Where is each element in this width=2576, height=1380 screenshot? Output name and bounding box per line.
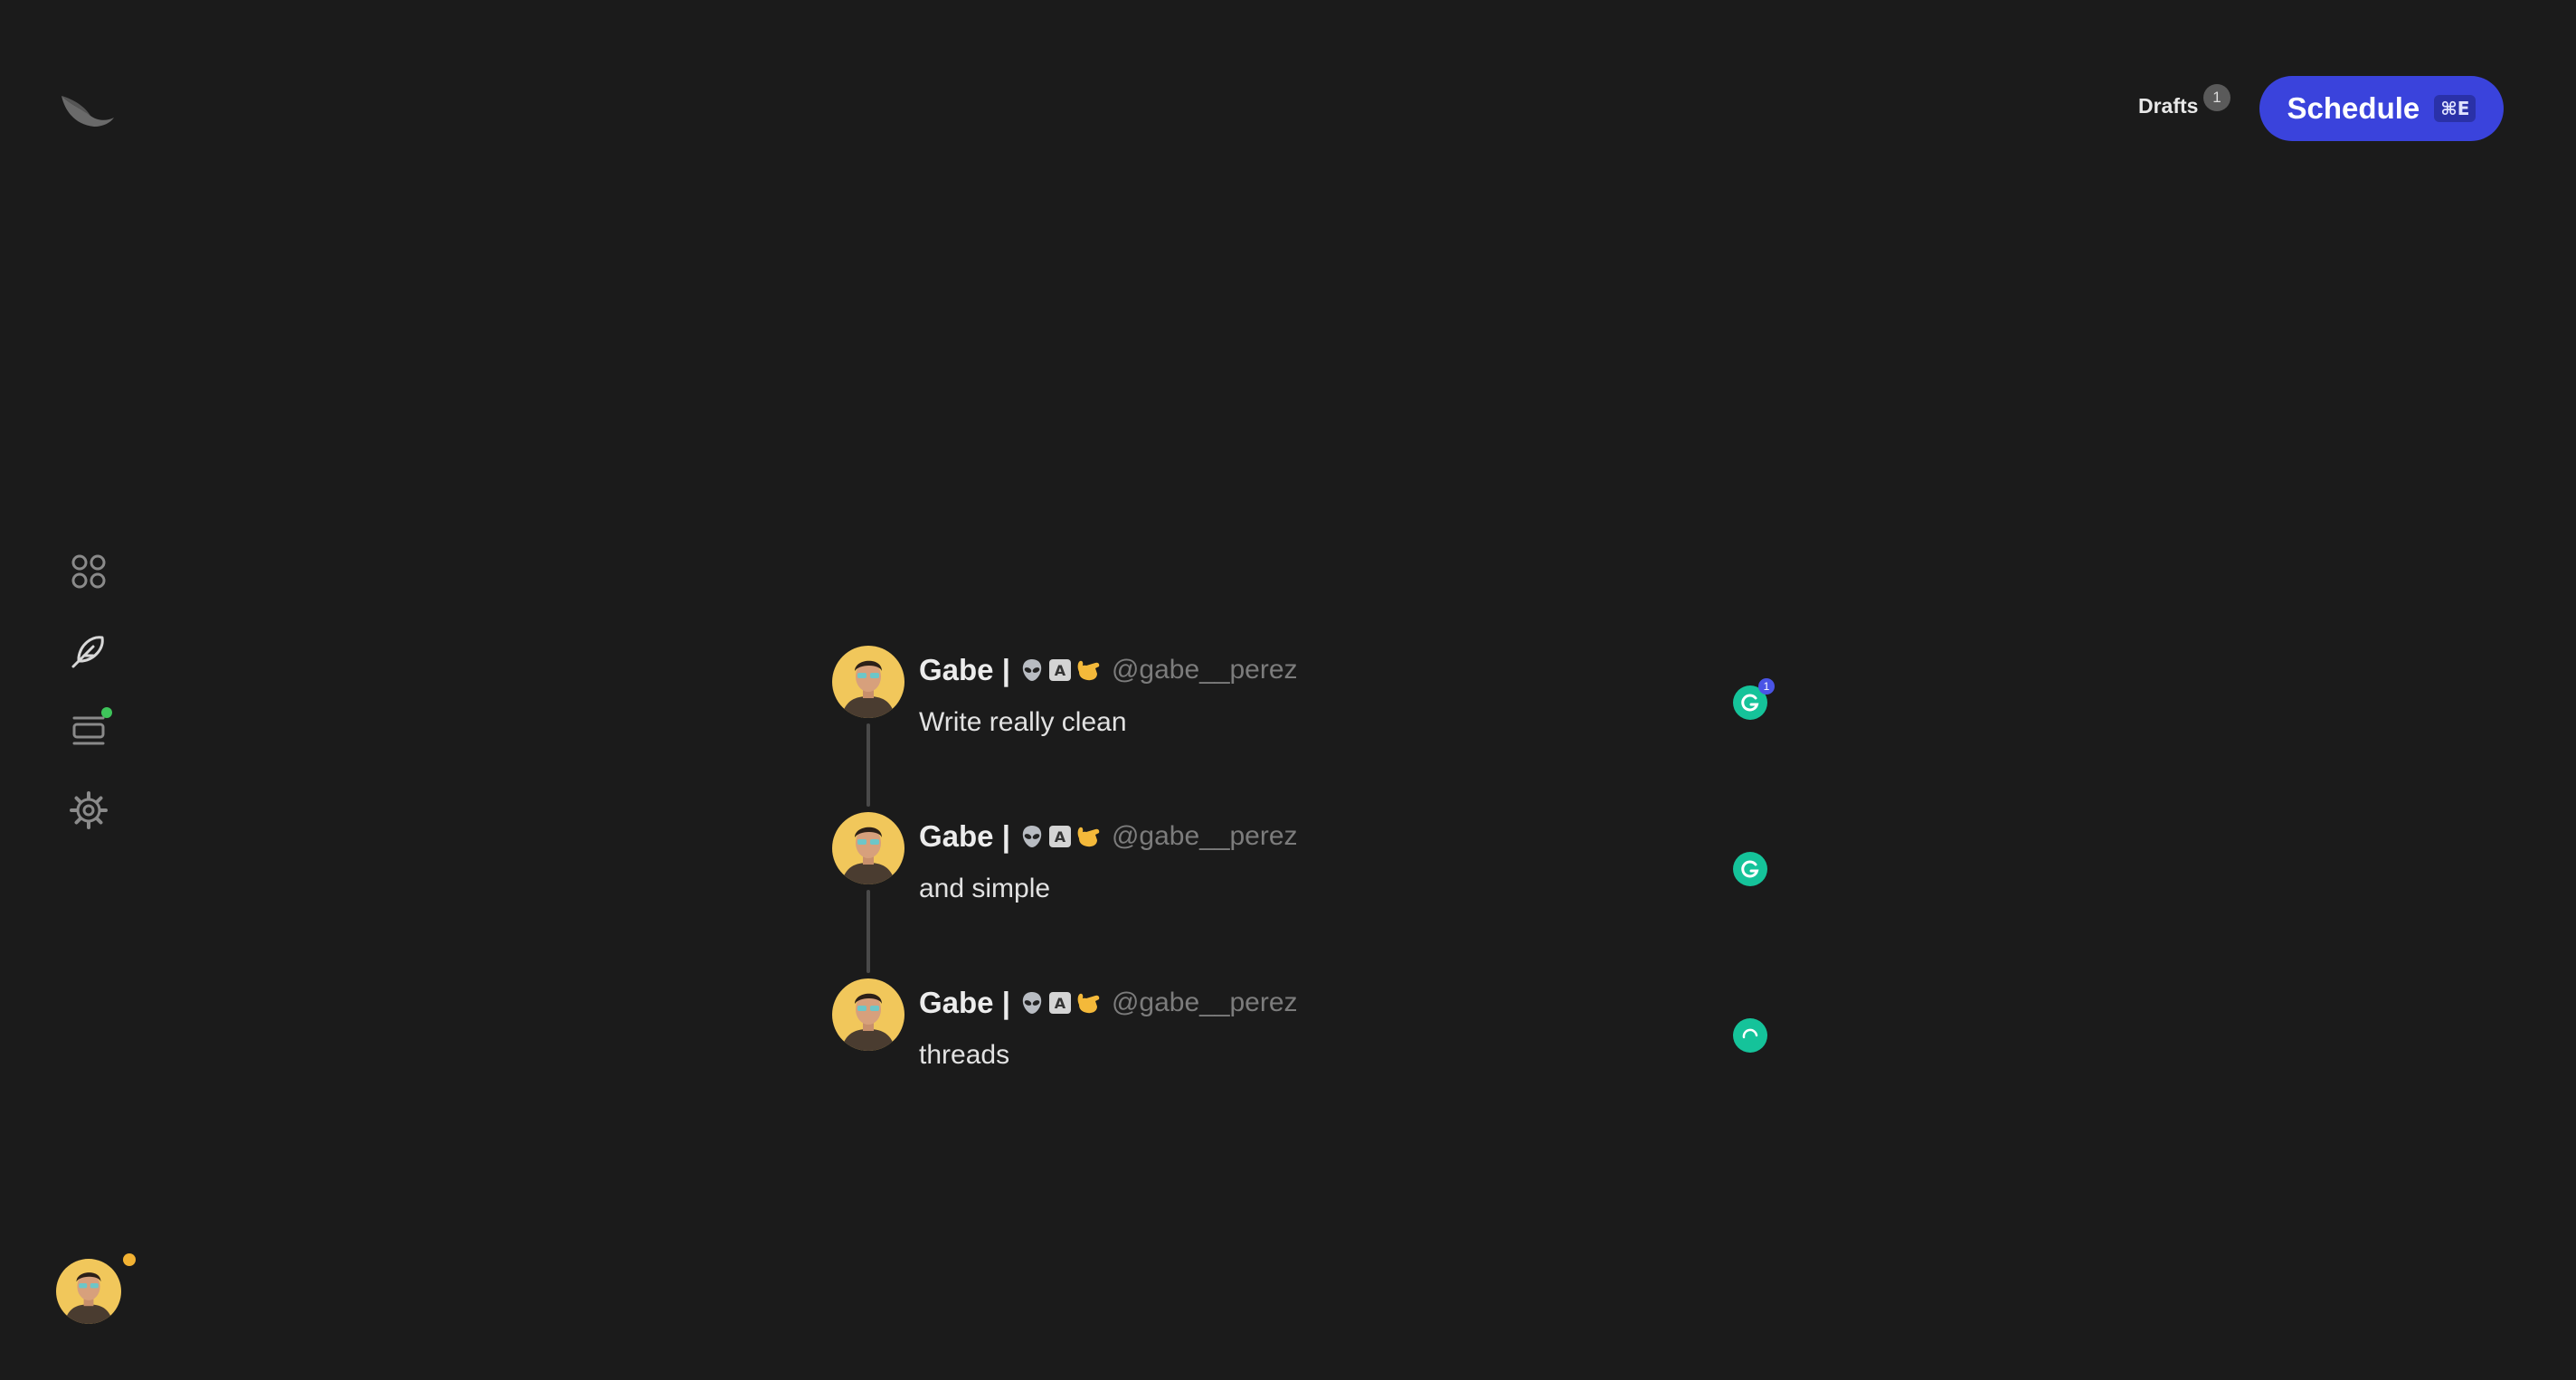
- display-name: Gabe |: [919, 986, 1010, 1019]
- thread-composer: Gabe | A @gabe__perez Write really clean…: [832, 646, 1782, 1145]
- thread-tweet[interactable]: Gabe | A @gabe__pe: [832, 978, 1782, 1145]
- a-button-icon: A: [1048, 826, 1071, 847]
- loading-spinner-icon: [1742, 1028, 1758, 1039]
- tweet-text-editor[interactable]: Write really clean: [919, 707, 1127, 738]
- keyboard-shortcut-badge: ⌘E: [2434, 95, 2477, 122]
- bird-wing-icon[interactable]: [58, 87, 116, 134]
- status-dot: [123, 1253, 136, 1266]
- sidebar-item-dashboard[interactable]: [63, 546, 114, 597]
- drafts-link[interactable]: Drafts: [2138, 94, 2198, 118]
- stack-icon: [72, 716, 105, 745]
- call-me-hand-icon: [1077, 827, 1100, 847]
- svg-text:A: A: [1055, 995, 1066, 1012]
- feather-icon: [71, 636, 104, 668]
- tweet-text-editor[interactable]: threads: [919, 1040, 1009, 1071]
- call-me-hand-icon: [1077, 660, 1100, 681]
- schedule-button[interactable]: Schedule ⌘E: [2259, 76, 2504, 141]
- sidebar-item-compose[interactable]: [63, 626, 114, 676]
- drafts-count-badge: 1: [2203, 84, 2230, 111]
- thread-connector: [867, 723, 870, 807]
- gear-icon: [70, 791, 108, 829]
- tweet-text-editor[interactable]: and simple: [919, 874, 1050, 904]
- handle: @gabe__perez: [1111, 988, 1298, 1017]
- grid-icon: [71, 554, 106, 589]
- grammarly-icon: [1741, 694, 1759, 712]
- tweet-header: Gabe | A @gabe__perez: [919, 653, 1298, 687]
- app-window: Drafts 1 Schedule ⌘E Gabe | A @gabe__per…: [0, 0, 2576, 1380]
- name-emojis: A: [1019, 990, 1103, 1016]
- thread-connector: [867, 890, 870, 973]
- sidebar-item-settings[interactable]: [63, 785, 114, 836]
- handle: @gabe__perez: [1111, 655, 1298, 685]
- display-name: Gabe |: [919, 819, 1010, 853]
- svg-text:A: A: [1055, 662, 1066, 679]
- avatar: [832, 812, 904, 884]
- avatar: [832, 978, 904, 1051]
- display-name: Gabe |: [919, 653, 1010, 686]
- name-emojis: A: [1019, 657, 1103, 683]
- grammarly-button[interactable]: [1733, 852, 1767, 886]
- thread-tweet[interactable]: Gabe | A @gabe__pe: [832, 646, 1782, 812]
- grammarly-button[interactable]: [1733, 1018, 1767, 1053]
- tweet-header: Gabe | A @gabe__perez: [919, 986, 1298, 1020]
- svg-text:A: A: [1055, 828, 1066, 846]
- alien-icon: [1022, 992, 1042, 1014]
- handle: @gabe__perez: [1111, 821, 1298, 851]
- sidebar-item-queue[interactable]: [63, 705, 114, 756]
- a-button-icon: A: [1048, 992, 1071, 1014]
- alien-icon: [1022, 826, 1042, 847]
- alien-icon: [1022, 659, 1042, 681]
- notification-dot: [101, 707, 112, 718]
- tweet-header: Gabe | A @gabe__perez: [919, 819, 1298, 854]
- grammarly-alert-count: 1: [1758, 678, 1775, 695]
- a-button-icon: A: [1048, 659, 1071, 681]
- avatar: [832, 646, 904, 718]
- thread-tweet[interactable]: Gabe | A @gabe__pe: [832, 812, 1782, 978]
- avatar[interactable]: [56, 1253, 136, 1324]
- grammarly-icon: [1741, 860, 1759, 878]
- grammarly-button[interactable]: 1: [1733, 678, 1775, 720]
- name-emojis: A: [1019, 824, 1103, 849]
- sidebar-nav: [63, 546, 114, 865]
- call-me-hand-icon: [1077, 993, 1100, 1014]
- schedule-button-label: Schedule: [2287, 91, 2420, 125]
